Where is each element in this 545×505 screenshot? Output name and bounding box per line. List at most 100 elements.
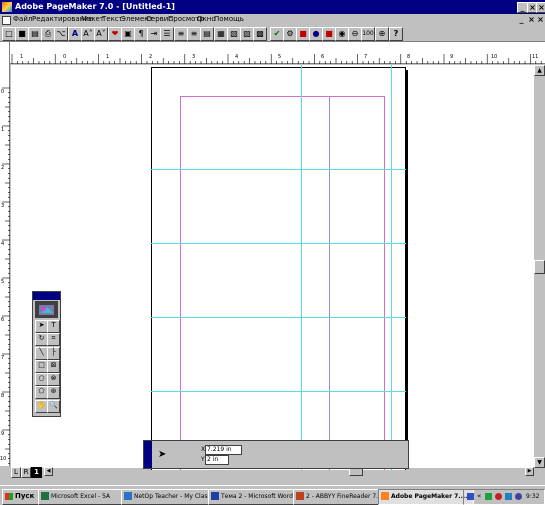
right-master-page-tab[interactable]: R: [21, 467, 31, 478]
save-icon[interactable]: ▤: [28, 27, 42, 41]
ruler-guide-horizontal[interactable]: [151, 317, 406, 318]
ruler-guide-vertical[interactable]: [301, 65, 302, 470]
ellipse-frame-tool-icon[interactable]: ⊗: [47, 373, 60, 386]
ruler-number: 5: [278, 54, 282, 60]
copy-icon[interactable]: ▤: [200, 27, 214, 41]
print-icon[interactable]: ⎙: [41, 27, 55, 41]
left-master-page-tab[interactable]: L: [11, 467, 21, 478]
ruler-number: 1: [106, 54, 110, 60]
scroll-thumb[interactable]: [534, 260, 545, 274]
windows-logo-icon: [5, 493, 13, 500]
y-position-field[interactable]: 2 in: [205, 455, 229, 465]
task-label: Adobe PageMaker 7....: [391, 493, 468, 500]
language-icon[interactable]: «: [477, 490, 481, 502]
color-square-icon[interactable]: ■: [322, 27, 336, 41]
vertical-scrollbar[interactable]: ▲ ▼: [534, 65, 545, 468]
text-tool-icon[interactable]: T: [47, 320, 60, 333]
crop-tool-icon[interactable]: ⌗: [47, 333, 60, 346]
ruler-guide-horizontal[interactable]: [151, 169, 406, 170]
zoom-100-icon[interactable]: 100: [361, 27, 375, 41]
horizontal-ruler[interactable]: 1 0 1 2 3 4 5 6 7 8 9 10 11: [10, 42, 545, 64]
constrained-line-tool-icon[interactable]: ├: [47, 347, 60, 360]
colors-icon[interactable]: ▩: [253, 27, 267, 41]
spelling-icon[interactable]: ✔: [270, 27, 284, 41]
font-larger-icon[interactable]: A˄: [81, 27, 95, 41]
excel-icon: [41, 492, 49, 500]
menu-layout[interactable]: Макет: [81, 14, 104, 25]
font-smaller-icon[interactable]: A˅: [94, 27, 108, 41]
indents-tabs-icon[interactable]: ⇥: [147, 27, 161, 41]
zoom-in-icon[interactable]: ⊕: [375, 27, 389, 41]
red-square-icon[interactable]: ■: [296, 27, 310, 41]
align-left-icon[interactable]: ≡: [174, 27, 188, 41]
ruler-number: 6: [321, 54, 325, 60]
close-button[interactable]: ×: [536, 2, 545, 13]
menu-help[interactable]: Помощь: [214, 14, 244, 25]
polygon-frame-tool-icon[interactable]: ⊛: [47, 386, 60, 399]
scroll-right-arrow-icon[interactable]: ▶: [525, 467, 534, 476]
scroll-up-arrow-icon[interactable]: ▲: [534, 65, 545, 76]
page-shadow: [406, 70, 408, 468]
ruler-number: 7: [1, 355, 5, 361]
doc-minimize-button[interactable]: _: [517, 15, 526, 24]
scroll-down-arrow-icon[interactable]: ▼: [534, 457, 545, 468]
control-palette[interactable]: ➤ X 7.219 in Y 2 in: [143, 440, 409, 469]
menu-text[interactable]: Текст: [102, 14, 123, 25]
start-label: Пуск: [15, 492, 35, 500]
task-finereader[interactable]: 2 - ABBYY FineReader 7....: [293, 489, 389, 505]
ruler-number: 2: [1, 165, 5, 171]
ruler-number: 3: [1, 203, 5, 209]
doc-close-button[interactable]: ×: [536, 15, 545, 24]
zoom-tool-icon[interactable]: 🔍: [47, 400, 60, 413]
hyphenation-icon[interactable]: ☰: [160, 27, 174, 41]
new-icon[interactable]: □: [2, 27, 16, 41]
clock[interactable]: 9:32: [526, 490, 539, 503]
circle-icon[interactable]: ●: [309, 27, 323, 41]
styles-icon[interactable]: ▨: [240, 27, 254, 41]
find-icon[interactable]: ⌥: [54, 27, 68, 41]
task-excel[interactable]: Microsoft Excel - 5A: [38, 489, 132, 505]
open-icon[interactable]: ■: [15, 27, 29, 41]
ruler-guide-vertical[interactable]: [391, 65, 392, 470]
menu-window[interactable]: Окно: [197, 14, 216, 25]
doc-restore-button[interactable]: ×: [527, 15, 536, 24]
task-pagemaker[interactable]: Adobe PageMaker 7....: [378, 489, 474, 505]
help-icon[interactable]: ?: [389, 27, 403, 41]
x-position-field[interactable]: 7.219 in: [205, 445, 242, 455]
ruler-number: 0: [63, 54, 67, 60]
toolbox-title-bar[interactable]: [33, 292, 60, 300]
page-1-tab[interactable]: 1: [31, 467, 42, 478]
heart-icon[interactable]: ❤: [108, 27, 122, 41]
tray-app-icon[interactable]: [467, 493, 474, 500]
task-word[interactable]: Тема 2 - Microsoft Word: [208, 489, 304, 505]
target-icon[interactable]: ◉: [335, 27, 349, 41]
rectangle-frame-tool-icon[interactable]: ⊠: [47, 360, 60, 373]
pointer-icon: ➤: [158, 449, 167, 460]
ruler-guide-horizontal[interactable]: [151, 391, 406, 392]
frame-icon[interactable]: ▣: [121, 27, 135, 41]
align-justify-icon[interactable]: ≡: [187, 27, 201, 41]
tray-shield-icon[interactable]: [495, 493, 502, 500]
pagemaker-app-icon[interactable]: [2, 2, 12, 12]
place-icon[interactable]: ▧: [227, 27, 241, 41]
settings-icon[interactable]: ⚙: [283, 27, 297, 41]
task-label: Microsoft Excel - 5A: [51, 493, 111, 500]
tray-sound-icon[interactable]: [505, 493, 512, 500]
paragraph-icon[interactable]: ¶: [134, 27, 148, 41]
ruler-number: 7: [364, 54, 368, 60]
ruler-guide-horizontal[interactable]: [151, 243, 406, 244]
task-netop[interactable]: NetOp Teacher - My Class: [121, 489, 219, 505]
toolbox-palette[interactable]: ➤ T ↻ ⌗ ╲ ├ □ ⊠ ○ ⊗ ⬠ ⊛ ✋ 🔍: [32, 291, 61, 417]
control-palette-title-bar[interactable]: [144, 441, 152, 468]
character-spec-icon[interactable]: A: [68, 27, 82, 41]
document-icon[interactable]: [2, 16, 11, 25]
tray-globe-icon[interactable]: [515, 493, 522, 500]
tray-network-icon[interactable]: [485, 493, 492, 500]
paste-icon[interactable]: ▦: [214, 27, 228, 41]
zoom-out-icon[interactable]: ⊖: [348, 27, 362, 41]
pagemaker-icon: [381, 492, 389, 500]
column-guide[interactable]: [329, 97, 330, 470]
scroll-left-arrow-icon[interactable]: ◀: [44, 467, 53, 476]
vertical-ruler[interactable]: 0 1 2 3 4 5 6 7 8 9 10: [0, 42, 10, 466]
menu-file[interactable]: Файл: [13, 14, 32, 25]
